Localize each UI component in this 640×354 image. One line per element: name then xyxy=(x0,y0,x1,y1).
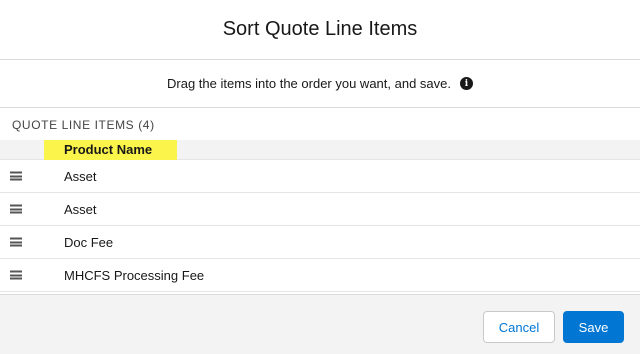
modal-header: Sort Quote Line Items xyxy=(0,0,640,60)
drag-handle-icon[interactable] xyxy=(10,270,22,280)
instructions-text: Drag the items into the order you want, … xyxy=(167,76,451,91)
sortable-list: Asset Asset Doc Fee MHCFS Processing Fee xyxy=(0,160,640,292)
column-header-product-name: Product Name xyxy=(44,140,177,160)
table-header: Product Name xyxy=(0,140,640,160)
instructions-bar: Drag the items into the order you want, … xyxy=(0,60,640,108)
list-item-label: MHCFS Processing Fee xyxy=(64,267,205,283)
list-item-label: Asset xyxy=(64,201,97,217)
modal-title: Sort Quote Line Items xyxy=(222,18,418,40)
info-icon[interactable]: i xyxy=(460,77,473,90)
sort-quote-line-items-modal: Sort Quote Line Items Drag the items int… xyxy=(0,0,640,354)
cancel-button[interactable]: Cancel xyxy=(483,311,555,343)
list-item[interactable]: MHCFS Processing Fee xyxy=(0,259,640,292)
drag-handle-icon[interactable] xyxy=(10,204,22,214)
modal-footer: Cancel Save xyxy=(0,294,640,354)
drag-handle-icon[interactable] xyxy=(10,237,22,247)
drag-handle-icon[interactable] xyxy=(10,171,22,181)
list-item[interactable]: Asset xyxy=(0,160,640,193)
save-button[interactable]: Save xyxy=(563,311,624,343)
list-item-label: Asset xyxy=(64,168,97,184)
section-label: QUOTE LINE ITEMS (4) xyxy=(12,118,155,132)
list-item-label: Doc Fee xyxy=(64,234,114,250)
list-item[interactable]: Asset xyxy=(0,193,640,226)
list-item[interactable]: Doc Fee xyxy=(0,226,640,259)
